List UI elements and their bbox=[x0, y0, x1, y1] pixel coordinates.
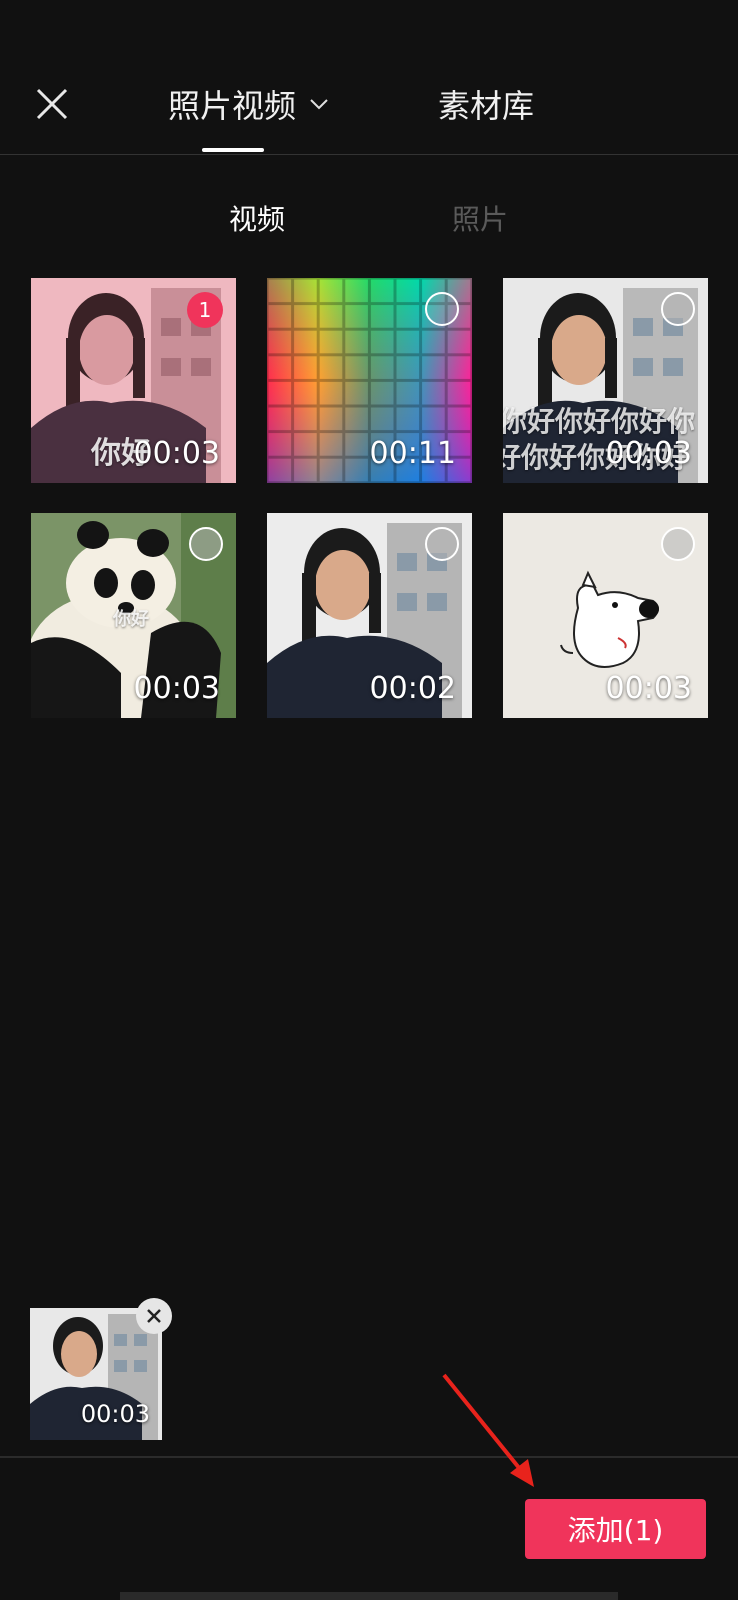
subtab-video-label: 视频 bbox=[229, 203, 286, 236]
video-duration: 00:03 bbox=[605, 436, 692, 471]
add-button[interactable]: 添加(1) bbox=[525, 1499, 706, 1559]
select-circle[interactable] bbox=[189, 527, 223, 561]
subtab-photo-label: 照片 bbox=[452, 203, 509, 236]
arrow-annotation-icon bbox=[442, 1373, 534, 1487]
subtab-video[interactable]: 视频 bbox=[229, 196, 285, 240]
media-tile[interactable]: 00:11 bbox=[267, 278, 472, 483]
video-duration: 00:03 bbox=[605, 671, 692, 706]
media-tile[interactable]: 你好 00:03 bbox=[31, 513, 236, 718]
video-duration: 00:03 bbox=[80, 1400, 150, 1428]
video-duration: 00:03 bbox=[133, 671, 220, 706]
header-divider bbox=[0, 154, 738, 155]
home-indicator bbox=[120, 1592, 618, 1600]
tab-photo-video-label: 照片视频 bbox=[168, 87, 297, 125]
tab-library[interactable]: 素材库 bbox=[438, 80, 534, 128]
select-circle[interactable] bbox=[661, 292, 695, 326]
media-tile[interactable]: 你好你好你好你 好你好你好你好 00:03 bbox=[503, 278, 708, 483]
chevron-down-icon bbox=[310, 99, 328, 110]
tab-library-label: 素材库 bbox=[438, 87, 535, 125]
video-caption-line-1: 你好你好你好你 bbox=[503, 405, 696, 438]
selection-badge[interactable]: 1 bbox=[187, 292, 223, 328]
video-caption: 你好 bbox=[113, 609, 149, 630]
add-button-label: 添加(1) bbox=[567, 1514, 664, 1547]
tab-photo-video[interactable]: 照片视频 bbox=[168, 80, 330, 128]
subtab-photo[interactable]: 照片 bbox=[452, 196, 508, 240]
video-duration: 00:03 bbox=[133, 436, 220, 471]
media-tile[interactable]: 你好 1 00:03 bbox=[31, 278, 236, 483]
video-duration: 00:02 bbox=[369, 671, 456, 706]
bottom-divider bbox=[0, 1456, 738, 1458]
media-tile[interactable]: 00:03 bbox=[503, 513, 708, 718]
remove-selected-button[interactable] bbox=[136, 1298, 172, 1334]
close-icon bbox=[36, 88, 68, 120]
select-circle[interactable] bbox=[425, 292, 459, 326]
select-circle[interactable] bbox=[661, 527, 695, 561]
select-circle[interactable] bbox=[425, 527, 459, 561]
close-icon bbox=[147, 1309, 161, 1323]
media-tile[interactable]: 00:02 bbox=[267, 513, 472, 718]
close-button[interactable] bbox=[28, 80, 76, 128]
active-tab-indicator bbox=[202, 148, 264, 152]
video-duration: 00:11 bbox=[369, 436, 456, 471]
